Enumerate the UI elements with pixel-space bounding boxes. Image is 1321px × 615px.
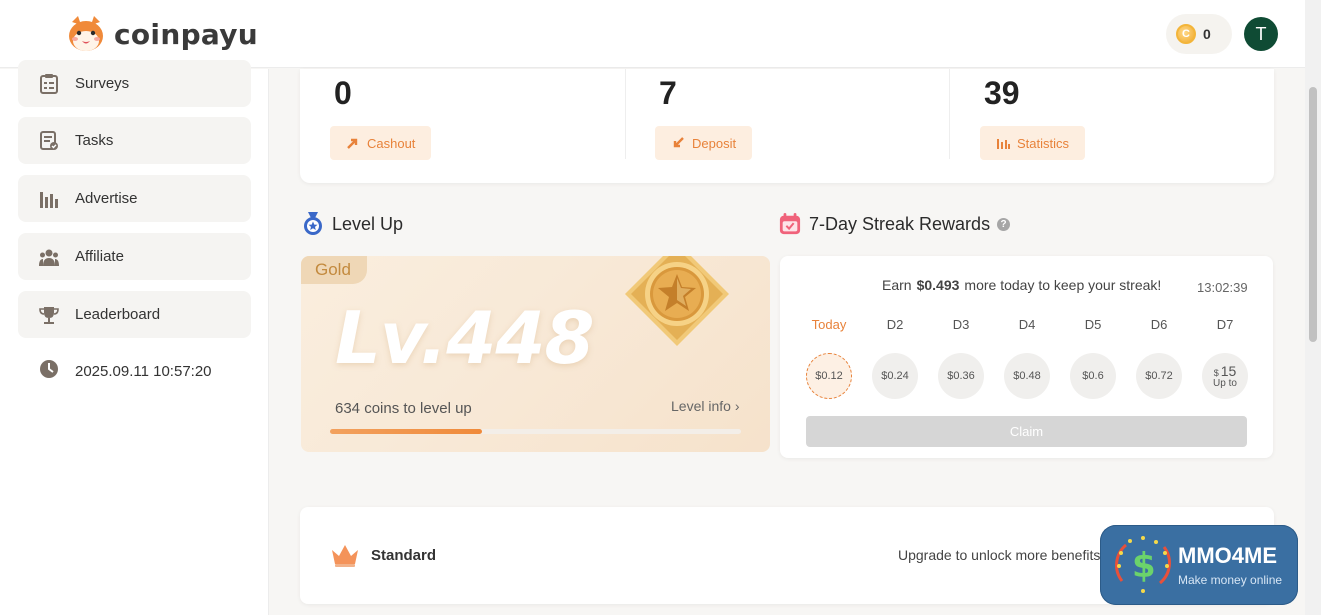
day-label: D6 [1150,317,1168,332]
level-progress-fill [330,429,483,434]
watermark-logo: $ MMO4ME Make money online [1100,525,1298,605]
sidebar-item-label: Leaderboard [75,306,161,323]
help-icon[interactable]: ? [997,217,1011,231]
level-card: Gold Lv.448 634 coins to level up Level … [301,256,770,452]
upgrade-text: Upgrade to unlock more benefits [898,547,1101,563]
deposit-label: Deposit [692,135,737,151]
day-label: D4 [1018,317,1036,332]
day-reward: $0.48 [1004,353,1050,399]
sidebar-item-label: Advertise [75,190,138,207]
arrow-icon [673,137,684,148]
membership-tier: Standard [371,547,437,564]
cashout-button[interactable]: Cashout [330,126,432,160]
day-reward: $0.24 [872,353,918,399]
sidebar-item-label: Tasks [75,132,114,149]
sidebar-item-label: Surveys [75,75,130,92]
d7-amount: 15 [1220,363,1237,379]
bar-chart-icon [39,189,59,209]
day-label: D7 [1216,317,1234,332]
clock-icon [39,359,59,384]
d7-reward: $15 [1214,363,1237,379]
earn-suffix: more today to keep your streak! [964,277,1162,293]
datetime-text: 2025.09.11 10:57:20 [75,362,212,380]
level-up-title: Level Up [302,212,403,236]
sidebar-item-label: Affiliate [75,248,124,265]
brand-name: coinpayu [114,17,259,51]
stats-card: 0 Cashout 7 Deposit 39 Statistics [300,69,1274,183]
calendar-check-icon [779,213,801,235]
watermark-title: MMO4ME [1178,543,1277,568]
medal-icon [304,212,322,235]
level-info-link[interactable]: Level info › [671,398,739,414]
coin-icon: C [1176,24,1196,44]
dollar-stars-icon: $ [1115,536,1171,593]
sidebar-item-surveys[interactable]: Surveys [18,60,251,107]
sidebar-item-advertise[interactable]: Advertise [18,175,251,222]
arrow-icon [347,138,358,149]
section-title: 7-Day Streak Rewards [809,213,991,234]
svg-text:$: $ [1132,546,1156,586]
coin-balance-value: 0 [1203,26,1211,42]
day-reward-d7: $15 Up to [1202,353,1248,399]
users-icon [39,247,59,267]
coin-balance[interactable]: C 0 [1166,14,1232,54]
clipboard-icon [39,73,59,94]
bar-chart-icon [997,139,1010,149]
avatar[interactable]: T [1244,17,1278,51]
hamster-logo-icon [69,16,103,51]
tasks-icon [39,130,59,151]
streak-timer: 13:02:39 [1197,280,1248,295]
tier-badge: Gold [301,256,367,284]
earn-amount: $0.493 [916,277,960,293]
earn-prefix: Earn [882,277,912,293]
section-title: Level Up [332,213,404,234]
stat-statistics: 39 Statistics [950,69,1274,183]
d7-currency: $ [1213,368,1219,378]
stat-cashout: 0 Cashout [300,69,624,183]
day-reward-today[interactable]: $0.12 [806,353,852,399]
logo[interactable]: coinpayu [66,14,258,54]
deposit-button[interactable]: Deposit [655,126,753,160]
stat-value: 0 [334,75,352,111]
claim-button[interactable]: Claim [806,416,1247,447]
gold-medal-icon [625,256,729,346]
watermark-subtitle: Make money online [1178,573,1283,587]
d7-note: Up to [1213,378,1237,389]
day-reward: $0.72 [1136,353,1182,399]
sidebar-item-tasks[interactable]: Tasks [18,117,251,164]
scroll-thumb[interactable] [1309,87,1317,342]
streak-title: 7-Day Streak Rewards ? [779,212,1011,236]
level-number: Lv.448 [335,296,595,380]
level-progress-bar [330,429,741,434]
sidebar: Surveys Tasks Advertise Affiliate Leader… [0,60,269,615]
crown-icon [332,545,358,567]
day-label: D2 [886,317,904,332]
server-time: 2025.09.11 10:57:20 [18,349,251,393]
statistics-button[interactable]: Statistics [980,126,1086,160]
day-reward: $0.36 [938,353,984,399]
day-reward: $0.6 [1070,353,1116,399]
sidebar-item-leaderboard[interactable]: Leaderboard [18,291,251,338]
stat-value: 7 [659,75,677,111]
coins-to-level: 634 coins to level up [335,400,472,417]
statistics-label: Statistics [1017,135,1070,151]
day-label: D5 [1084,317,1102,332]
stat-value: 39 [984,75,1020,111]
day-label-today: Today [811,317,847,332]
cashout-label: Cashout [367,135,416,151]
day-label: D3 [952,317,970,332]
streak-card: Earn $0.493 more today to keep your streak… [780,256,1273,458]
stat-deposit: 7 Deposit [625,69,949,183]
top-header: coinpayu C 0 T [0,0,1305,68]
page-scrollbar[interactable] [1305,0,1321,615]
sidebar-item-affiliate[interactable]: Affiliate [18,233,251,280]
streak-message: Earn $0.493 more today to keep your streak… [882,277,1161,293]
trophy-icon [39,305,59,325]
